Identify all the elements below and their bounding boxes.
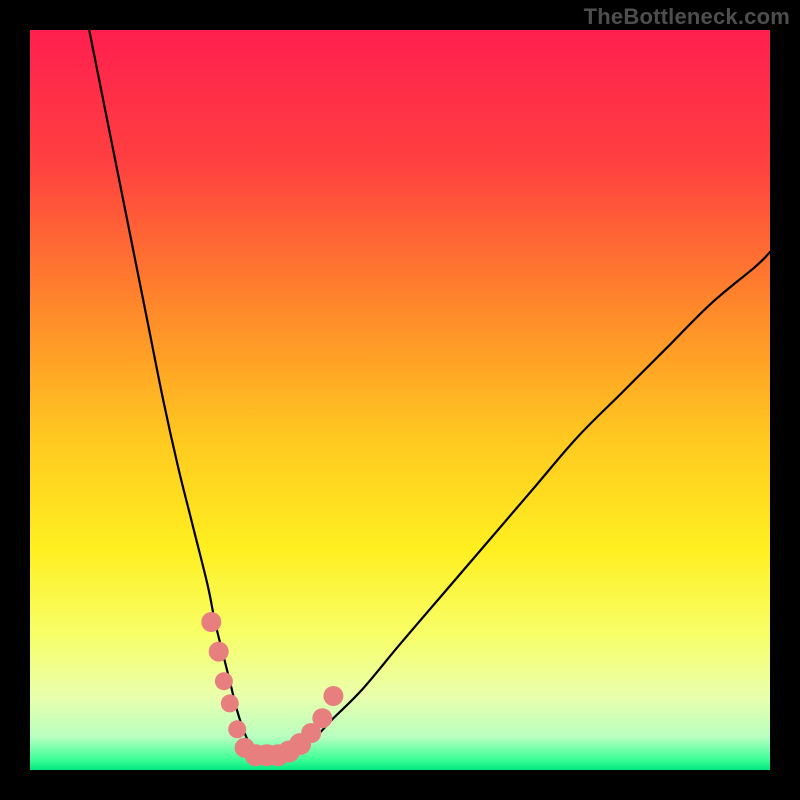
marker-dot [215, 672, 233, 690]
marker-dot [201, 612, 221, 632]
plot-area [30, 30, 770, 770]
marker-dot [312, 708, 332, 728]
gradient-bg [30, 30, 770, 770]
chart-frame: TheBottleneck.com [0, 0, 800, 800]
marker-dot [221, 694, 239, 712]
marker-dot [323, 686, 343, 706]
marker-dot [209, 642, 229, 662]
watermark-text: TheBottleneck.com [584, 4, 790, 30]
marker-dot [228, 720, 246, 738]
chart-svg [30, 30, 770, 770]
